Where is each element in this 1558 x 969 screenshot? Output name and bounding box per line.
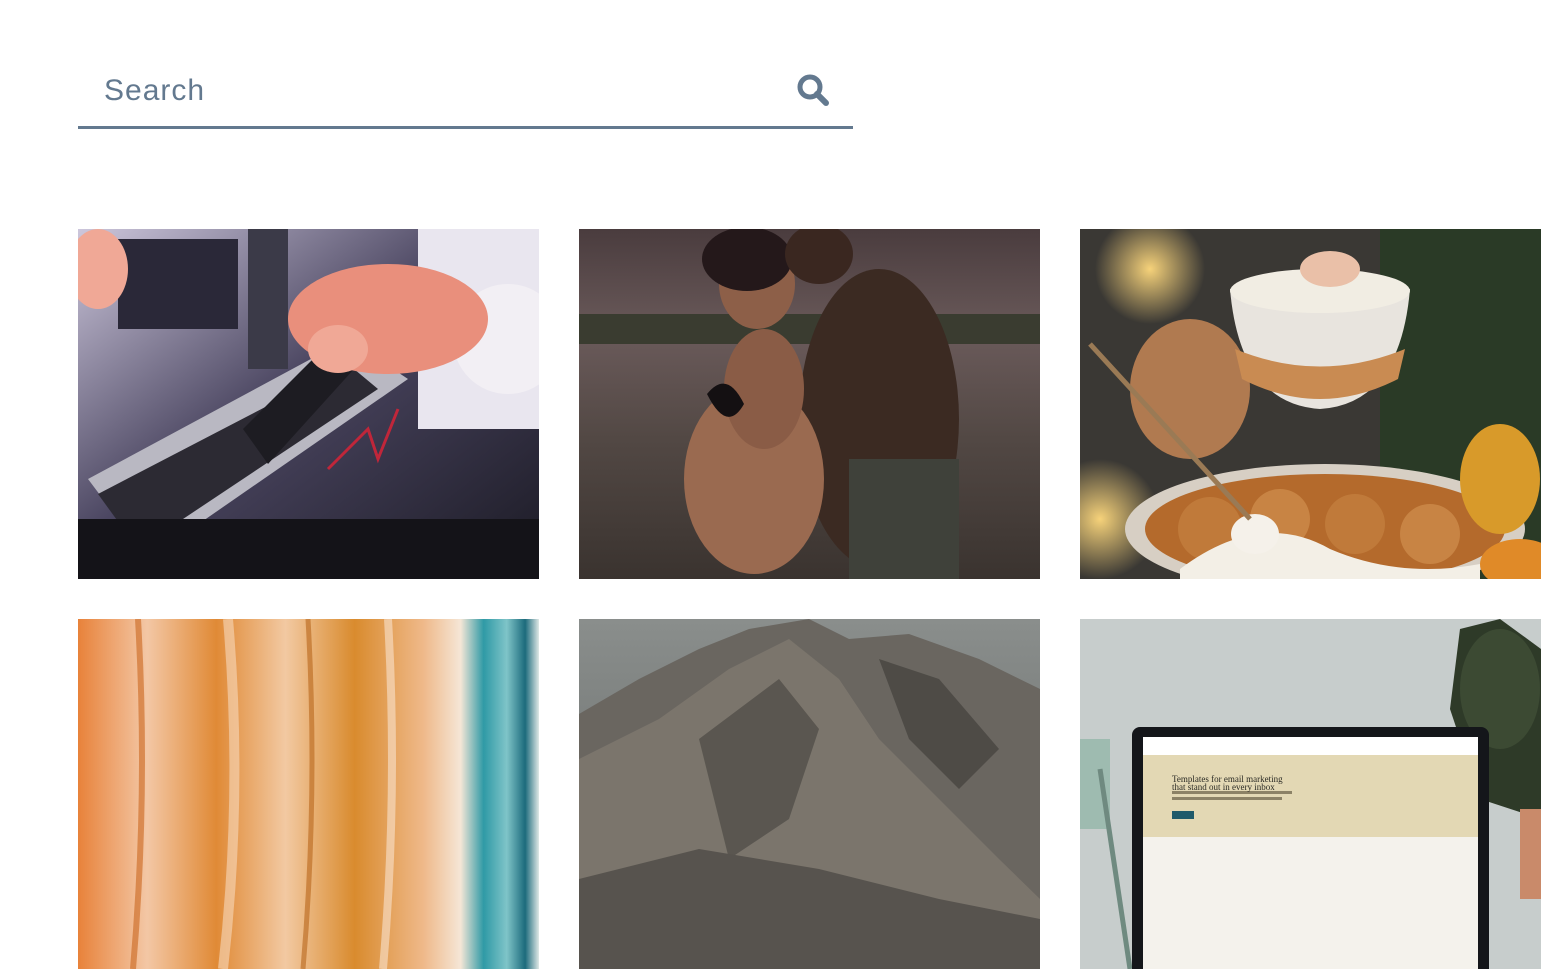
photo-tile-laptop[interactable]: Templates for email marketing that stand… xyxy=(1080,619,1541,969)
search-bar xyxy=(78,56,853,129)
search-input[interactable] xyxy=(78,56,778,126)
photo-mountain-image xyxy=(579,619,1040,969)
laptop-headline-line2: that stand out in every inbox xyxy=(1172,782,1275,792)
photo-gallery: Templates for email marketing that stand… xyxy=(78,229,1541,969)
photo-laptop-image: Templates for email marketing that stand… xyxy=(1080,619,1541,969)
photo-ssd-image xyxy=(78,229,539,579)
search-icon xyxy=(797,74,829,106)
photo-cinnamon-rolls-image xyxy=(1080,229,1541,579)
photo-tile-abstract-painting[interactable] xyxy=(78,619,539,969)
photo-couple-image xyxy=(579,229,1040,579)
photo-tile-ssd[interactable] xyxy=(78,229,539,579)
photo-tile-couple[interactable] xyxy=(579,229,1040,579)
photo-tile-cinnamon-rolls[interactable] xyxy=(1080,229,1541,579)
photo-tile-mountain[interactable] xyxy=(579,619,1040,969)
photo-abstract-painting-image xyxy=(78,619,539,969)
search-button[interactable] xyxy=(792,70,834,112)
